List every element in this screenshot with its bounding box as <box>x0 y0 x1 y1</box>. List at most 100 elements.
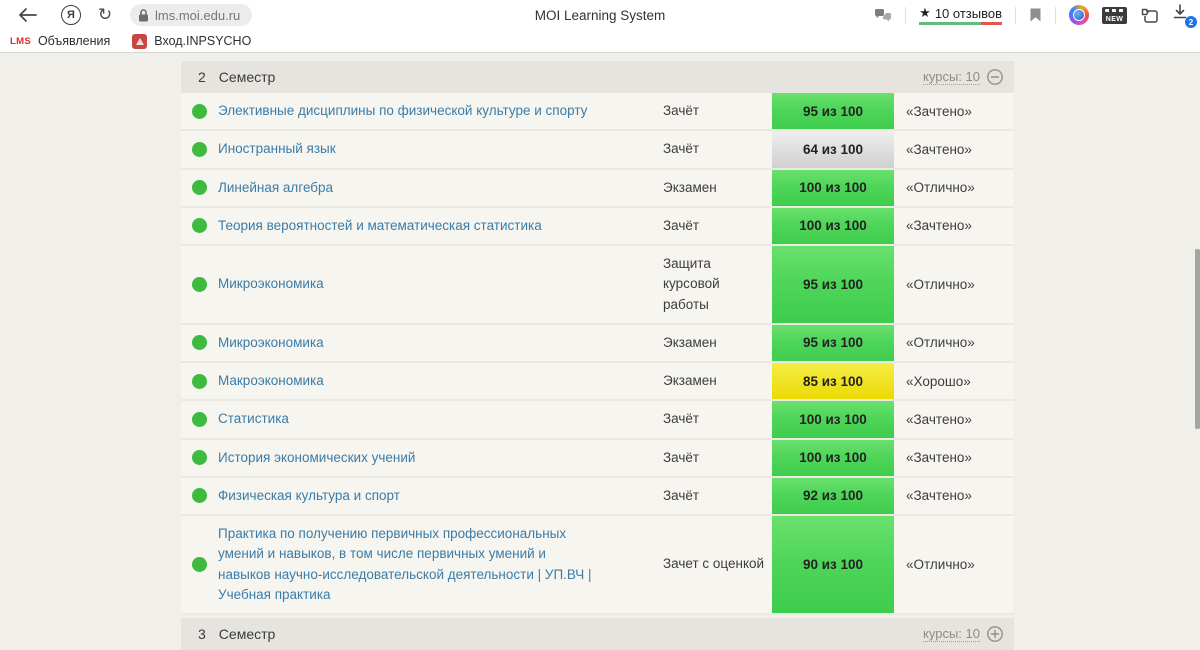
toolbar-right-icons: ★ 10 отзывов NEW 2 <box>870 0 1198 30</box>
address-bar[interactable]: lms.moi.edu.ru <box>130 4 253 26</box>
browser-chrome: Я ↻ lms.moi.edu.ru MOI Learning System ★… <box>0 0 1200 53</box>
yandex-button[interactable]: Я <box>56 0 86 30</box>
assessment-type: Зачёт <box>663 487 700 503</box>
course-link[interactable]: Иностранный язык <box>218 139 336 159</box>
courses-count-link[interactable]: курсы: 10 <box>923 626 980 642</box>
bookmark-announcements[interactable]: LMS Объявления <box>10 34 110 48</box>
refresh-button[interactable]: ↻ <box>90 0 120 30</box>
expand-section-button[interactable] <box>986 625 1004 643</box>
bookmark-inpsycho-login[interactable]: Вход.INPSYCHO <box>132 33 252 49</box>
status-dot-icon <box>192 488 207 504</box>
grade-label: «Зачтено» <box>906 103 972 119</box>
course-link[interactable]: Статистика <box>218 409 289 429</box>
score-badge: 95 из 100 <box>772 324 894 361</box>
score-cell: 90 из 100 <box>772 516 894 613</box>
course-link[interactable]: Линейная алгебра <box>218 178 333 198</box>
course-row: Микроэкономика Защита курсовой работы 95… <box>181 246 1014 325</box>
course-link[interactable]: Микроэкономика <box>218 274 324 294</box>
grade-label: «Отлично» <box>906 276 975 292</box>
course-title-cell: Макроэкономика <box>218 363 663 399</box>
assessment-type: Экзамен <box>663 179 717 195</box>
course-link[interactable]: История экономических учений <box>218 448 415 468</box>
course-title-cell: Микроэкономика <box>218 246 663 323</box>
download-count-badge: 2 <box>1185 16 1197 28</box>
status-cell <box>181 401 218 437</box>
assessment-type: Экзамен <box>663 334 717 350</box>
grade-label: «Зачтено» <box>906 141 972 157</box>
semester-2-header: 2 Семестр курсы: 10 <box>181 61 1014 93</box>
grade-label: «Отлично» <box>906 557 975 572</box>
course-rows: Элективные дисциплины по физической куль… <box>181 93 1014 615</box>
score-cell: 95 из 100 <box>772 93 894 130</box>
feedback-icon[interactable] <box>874 8 892 23</box>
course-title-cell: Физическая культура и спорт <box>218 478 663 514</box>
course-row: Макроэкономика Экзамен 85 из 100 «Хорошо… <box>181 363 1014 402</box>
score-badge: 100 из 100 <box>772 169 894 206</box>
status-cell <box>181 208 218 244</box>
bookmark-icon[interactable] <box>1029 7 1042 23</box>
status-cell <box>181 93 218 129</box>
course-link[interactable]: Теория вероятностей и математическая ста… <box>218 216 542 236</box>
course-link[interactable]: Элективные дисциплины по физической куль… <box>218 101 587 121</box>
course-title-cell: Элективные дисциплины по физической куль… <box>218 93 663 129</box>
assessment-type: Зачёт <box>663 103 700 118</box>
tab-groups-icon[interactable] <box>1140 7 1159 24</box>
extension-color-icon[interactable] <box>1069 5 1089 25</box>
downloads-button[interactable]: 2 <box>1172 4 1197 28</box>
score-cell: 95 из 100 <box>772 246 894 323</box>
course-row: Теория вероятностей и математическая ста… <box>181 207 1014 246</box>
semester-label: Семестр <box>218 626 276 642</box>
course-link[interactable]: Физическая культура и спорт <box>218 486 400 506</box>
bookmarks-bar: LMS Объявления Вход.INPSYCHO <box>0 30 1200 53</box>
new-releases-icon[interactable]: NEW <box>1102 6 1127 24</box>
semester-table: 2 Семестр курсы: 10 Элективные дисциплин… <box>181 61 1014 650</box>
score-badge: 92 из 100 <box>772 477 894 514</box>
score-cell: 95 из 100 <box>772 324 894 361</box>
new-badge-label: NEW <box>1105 15 1124 23</box>
lms-page: 2 Семестр курсы: 10 Элективные дисциплин… <box>0 61 1200 650</box>
course-link[interactable]: Макроэкономика <box>218 371 324 391</box>
assessment-type: Экзамен <box>663 373 717 388</box>
reviews-button[interactable]: ★ 10 отзывов <box>919 5 1002 25</box>
vertical-scrollbar[interactable] <box>1195 249 1200 429</box>
assessment-type: Зачёт <box>663 217 700 233</box>
course-row: Элективные дисциплины по физической куль… <box>181 93 1014 132</box>
score-badge: 100 из 100 <box>772 401 894 438</box>
grade-label: «Зачтено» <box>906 450 972 466</box>
course-row: Физическая культура и спорт Зачёт 92 из … <box>181 477 1014 516</box>
inpsycho-logo-icon <box>132 33 148 49</box>
yandex-icon: Я <box>61 5 81 25</box>
collapse-section-button[interactable] <box>986 68 1004 86</box>
status-dot-icon <box>192 103 207 119</box>
status-cell <box>181 516 218 613</box>
status-cell <box>181 478 218 514</box>
score-badge: 95 из 100 <box>772 246 894 323</box>
score-badge: 100 из 100 <box>772 439 894 476</box>
course-title-cell: Практика по получению первичных професси… <box>218 516 663 613</box>
score-badge: 95 из 100 <box>772 93 894 130</box>
grade-label: «Хорошо» <box>906 373 971 389</box>
assessment-type: Защита курсовой работы <box>663 256 720 312</box>
course-row: Линейная алгебра Экзамен 100 из 100 «Отл… <box>181 169 1014 208</box>
star-icon: ★ <box>919 5 931 20</box>
grade-label: «Зачтено» <box>906 411 972 427</box>
toolbar-separator <box>905 6 907 24</box>
back-button[interactable] <box>12 0 42 30</box>
course-row: История экономических учений Зачёт 100 и… <box>181 439 1014 478</box>
score-cell: 100 из 100 <box>772 439 894 476</box>
status-dot-icon <box>192 450 207 466</box>
browser-toolbar: Я ↻ lms.moi.edu.ru MOI Learning System ★… <box>0 0 1200 30</box>
assessment-type: Зачёт <box>663 411 700 427</box>
bookmark-label: Вход.INPSYCHO <box>154 34 252 48</box>
course-link[interactable]: Практика по получению первичных професси… <box>218 524 601 605</box>
course-title-cell: Микроэкономика <box>218 325 663 361</box>
course-link[interactable]: Микроэкономика <box>218 333 324 353</box>
status-cell <box>181 363 218 399</box>
rating-bar <box>919 22 1002 25</box>
semester-number: 3 <box>198 626 206 642</box>
courses-count-link[interactable]: курсы: 10 <box>923 69 980 85</box>
course-title-cell: Линейная алгебра <box>218 170 663 206</box>
score-cell: 64 из 100 <box>772 131 894 168</box>
course-row: Иностранный язык Зачёт 64 из 100 «Зачтен… <box>181 131 1014 170</box>
reviews-count: 10 отзывов <box>934 5 1002 21</box>
